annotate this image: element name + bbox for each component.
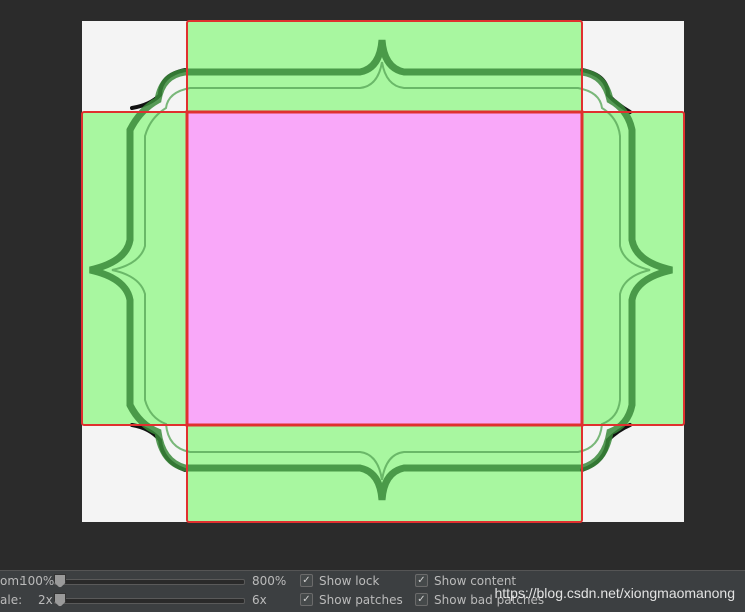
zoom-value: 100% — [20, 574, 55, 588]
show-bad-patches-checkbox[interactable]: ✓ — [415, 593, 428, 606]
patch-top[interactable] — [187, 21, 582, 112]
zoom-slider-thumb[interactable] — [54, 574, 66, 588]
show-content-checkbox[interactable]: ✓ — [415, 574, 428, 587]
nine-patch-preview[interactable] — [0, 0, 745, 570]
nine-patch-canvas[interactable] — [0, 0, 745, 570]
patch-bottom[interactable] — [187, 425, 582, 522]
patch-scale-slider-thumb[interactable] — [54, 593, 66, 607]
zoom-slider[interactable] — [54, 579, 245, 585]
show-lock-label: Show lock — [319, 574, 380, 588]
patch-scale-max-label: 6x — [252, 593, 267, 607]
patch-scale-value: 2x — [38, 593, 53, 607]
show-patches-label: Show patches — [319, 593, 403, 607]
content-area[interactable] — [187, 112, 582, 425]
show-patches-checkbox[interactable]: ✓ — [300, 593, 313, 606]
show-lock-checkbox[interactable]: ✓ — [300, 574, 313, 587]
watermark-text: https://blog.csdn.net/xiongmaomanong — [494, 585, 736, 601]
zoom-max-label: 800% — [252, 574, 287, 588]
patch-scale-slider[interactable] — [54, 598, 245, 604]
patch-scale-label: ale: — [0, 593, 23, 607]
